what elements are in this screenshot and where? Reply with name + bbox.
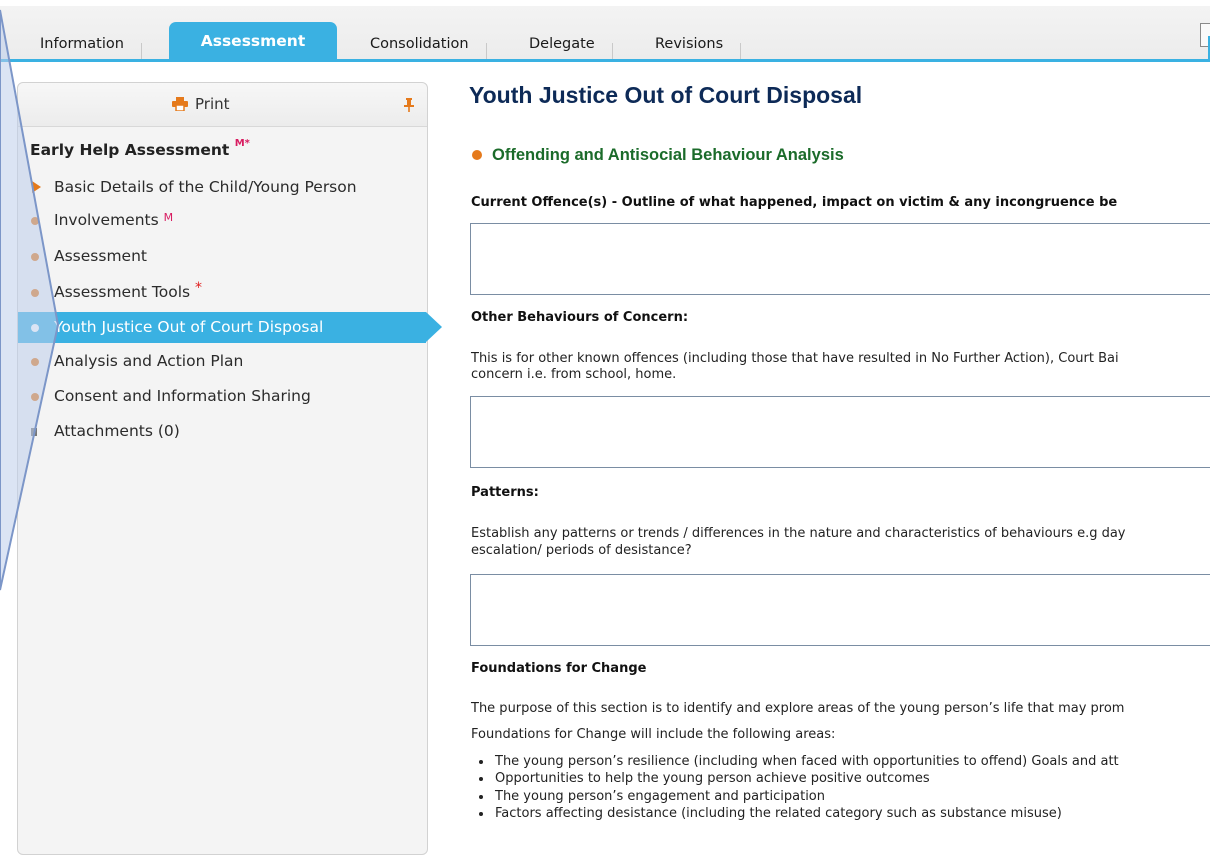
foundations-desc-1: The purpose of this section is to identi…	[471, 701, 1125, 716]
top-strip	[0, 0, 1210, 6]
section-bullet-icon	[472, 150, 482, 160]
current-offence-label: Current Offence(s) - Outline of what hap…	[471, 195, 1118, 210]
sidebar-item-label: Attachments (0)	[54, 422, 180, 440]
other-behaviours-desc-2: concern i.e. from school, home.	[471, 367, 677, 382]
sidebar-item-assessment[interactable]: Assessment	[18, 241, 429, 272]
sidebar-item-involvements[interactable]: Involvements M	[18, 205, 429, 236]
sidebar-item-label: Consent and Information Sharing	[54, 387, 311, 405]
bullet-icon	[31, 217, 39, 225]
required-marks: M*	[234, 138, 250, 149]
foundations-list: The young person’s resilience (including…	[481, 753, 1119, 823]
expand-arrow-icon	[32, 181, 41, 193]
sidebar-item-youth-justice[interactable]: Youth Justice Out of Court Disposal	[18, 312, 442, 343]
tab-information[interactable]: Information	[36, 29, 142, 59]
bullet-icon	[31, 289, 39, 297]
sidebar-item-attachments[interactable]: Attachments (0)	[18, 416, 429, 447]
printer-icon	[172, 97, 188, 111]
sidebar-item-basic-details[interactable]: Basic Details of the Child/Young Person	[18, 172, 429, 203]
print-button[interactable]: Print	[172, 95, 230, 113]
current-offence-textarea[interactable]	[470, 223, 1210, 295]
bullet-icon	[31, 393, 39, 401]
foundations-desc-2: Foundations for Change will include the …	[471, 727, 836, 742]
list-item: The young person’s engagement and partic…	[493, 788, 1119, 805]
other-behaviours-label: Other Behaviours of Concern:	[471, 310, 689, 325]
foundations-label: Foundations for Change	[471, 661, 647, 676]
sidebar-item-assessment-tools[interactable]: Assessment Tools *	[18, 277, 429, 308]
other-behaviours-desc-1: This is for other known offences (includ…	[471, 351, 1119, 366]
bullet-icon	[31, 358, 39, 366]
bullet-icon	[31, 253, 39, 261]
attachment-icon	[31, 428, 37, 436]
print-label: Print	[195, 95, 230, 113]
list-item: Opportunities to help the young person a…	[493, 770, 1119, 787]
mandatory-mark: M	[163, 211, 174, 224]
sidebar-header: Print	[18, 83, 427, 127]
sidebar-item-analysis-action-plan[interactable]: Analysis and Action Plan	[18, 346, 429, 377]
required-mark: *	[195, 280, 203, 296]
pin-icon[interactable]	[404, 98, 414, 112]
bullet-icon	[31, 324, 39, 332]
section-heading: Offending and Antisocial Behaviour Analy…	[469, 146, 844, 165]
sidebar-item-consent[interactable]: Consent and Information Sharing	[18, 381, 429, 412]
sidebar-item-label: Assessment Tools	[54, 283, 191, 301]
patterns-desc-1: Establish any patterns or trends / diffe…	[471, 526, 1126, 541]
tab-revisions[interactable]: Revisions	[651, 29, 742, 59]
sidebar-item-label: Basic Details of the Child/Young Person	[54, 178, 357, 196]
tab-bar: Information Assessment Consolidation Del…	[0, 0, 1210, 62]
tab-delegate[interactable]: Delegate	[525, 29, 613, 59]
patterns-label: Patterns:	[471, 485, 539, 500]
sidebar-item-label: Assessment	[54, 247, 147, 265]
other-behaviours-textarea[interactable]	[470, 396, 1210, 468]
sidebar-item-label: Analysis and Action Plan	[54, 352, 244, 370]
list-item: Factors affecting desistance (including …	[493, 805, 1119, 822]
sidebar: Print Early Help Assessment M* Basic Det…	[17, 82, 442, 855]
section-heading-text: Offending and Antisocial Behaviour Analy…	[492, 146, 844, 164]
patterns-textarea[interactable]	[470, 574, 1210, 646]
page-title: Youth Justice Out of Court Disposal	[469, 82, 863, 108]
tab-consolidation[interactable]: Consolidation	[366, 29, 487, 59]
sidebar-item-label: Youth Justice Out of Court Disposal	[54, 318, 324, 336]
list-item: The young person’s resilience (including…	[493, 753, 1119, 770]
tab-assessment[interactable]: Assessment	[169, 22, 337, 59]
nav-title-text: Early Help Assessment	[30, 141, 230, 159]
nav-title: Early Help Assessment M*	[30, 138, 250, 159]
patterns-desc-2: escalation/ periods of desistance?	[471, 543, 692, 558]
sidebar-item-label: Involvements	[54, 211, 159, 229]
